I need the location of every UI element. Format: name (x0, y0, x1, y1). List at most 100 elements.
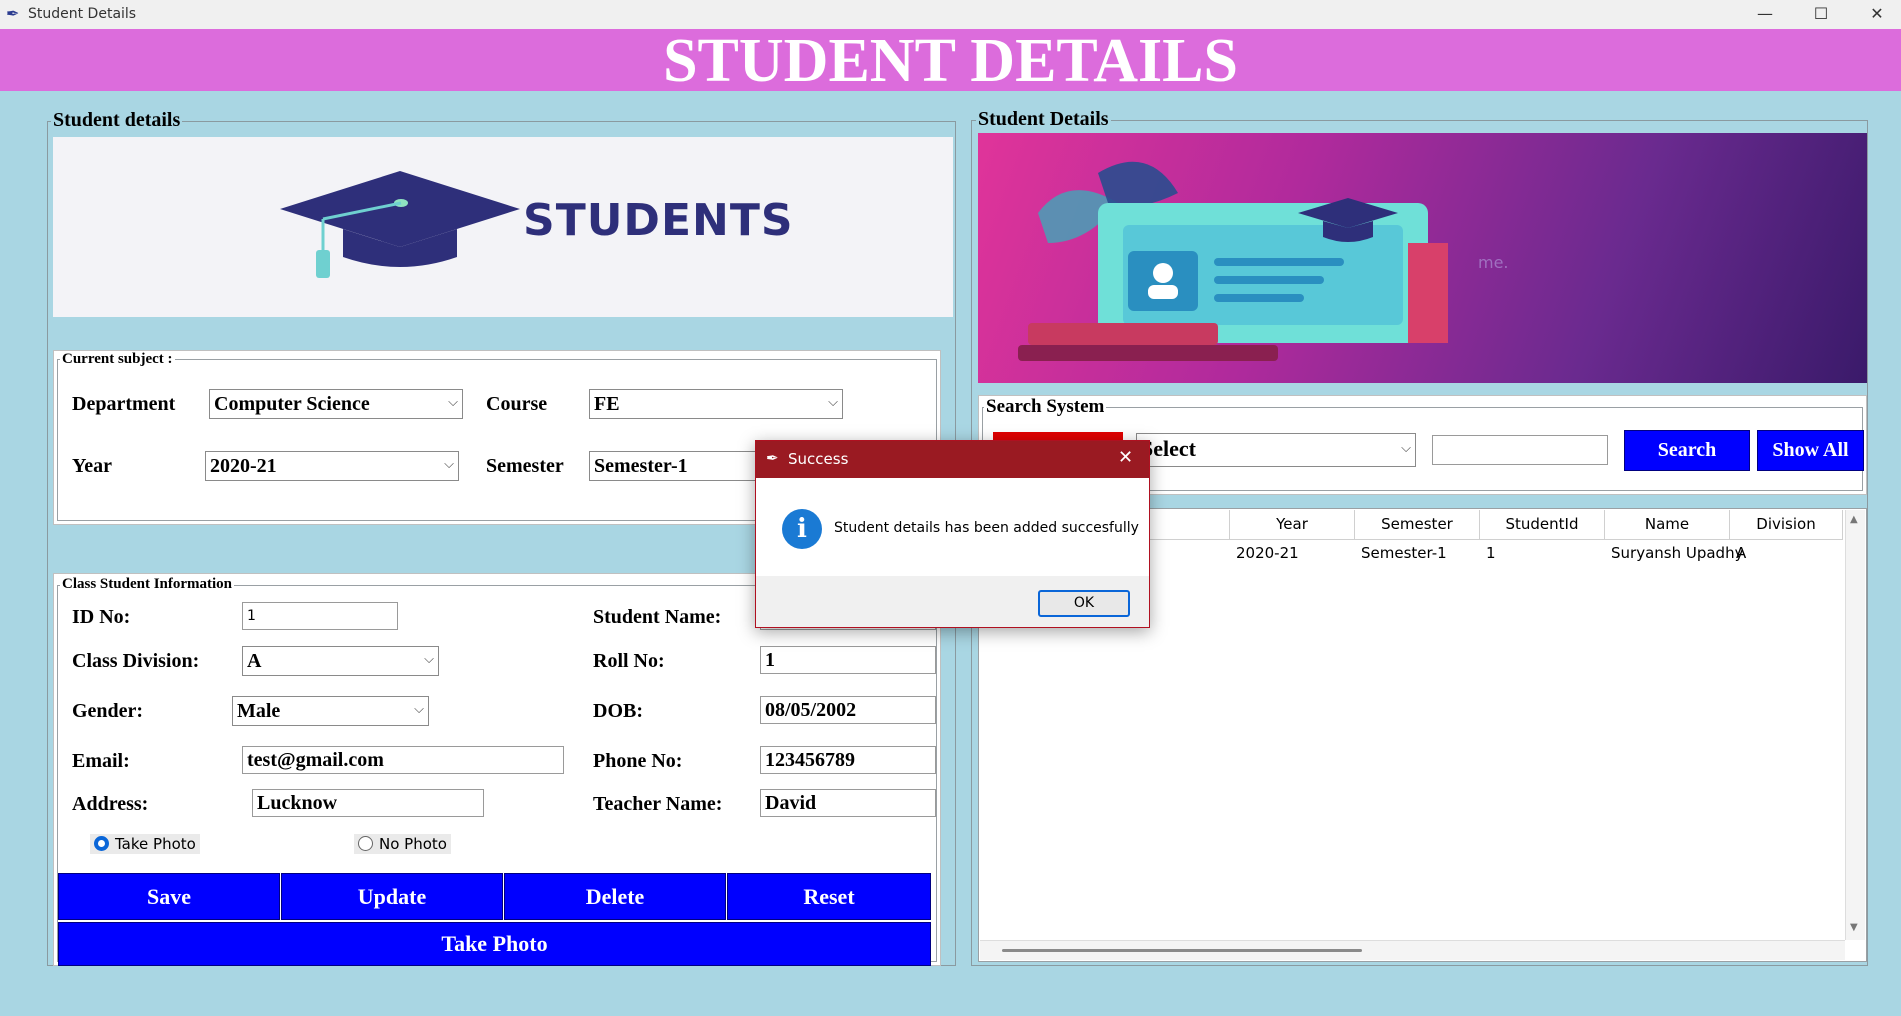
roll-no-value: 1 (765, 649, 775, 671)
maximize-button[interactable]: ☐ (1793, 0, 1849, 29)
current-subject-title: Current subject : (60, 351, 175, 368)
id-label: ID No: (72, 606, 131, 628)
cell-year: 2020-21 (1236, 544, 1299, 562)
student-details-frame-title: Student details (51, 109, 183, 132)
scroll-down-icon[interactable]: ▼ (1850, 922, 1858, 933)
take-photo-radio-label: Take Photo (115, 835, 196, 853)
semester-value: Semester-1 (594, 455, 688, 477)
update-button[interactable]: Update (281, 873, 503, 920)
no-photo-radio[interactable]: No Photo (354, 834, 451, 854)
address-input[interactable]: Lucknow (252, 789, 484, 817)
dob-input[interactable]: 08/05/2002 (760, 696, 936, 724)
semester-label: Semester (486, 455, 564, 477)
class-division-label: Class Division: (72, 650, 200, 672)
window-titlebar: ✒ Student Details — ☐ ✕ (0, 0, 1901, 29)
phone-input[interactable]: 123456789 (760, 746, 936, 774)
chevron-down-icon: ⌵ (414, 702, 424, 717)
address-label: Address: (72, 793, 149, 815)
search-by-select[interactable]: Select ⌵ (1136, 433, 1416, 467)
table-header-name[interactable]: Name (1605, 510, 1730, 540)
table-header-semester[interactable]: Semester (1355, 510, 1480, 540)
dob-label: DOB: (593, 700, 643, 722)
cell-division: A (1736, 544, 1747, 562)
email-value: test@gmail.com (247, 749, 384, 771)
chevron-down-icon: ⌵ (1401, 441, 1411, 456)
teacher-name-label: Teacher Name: (593, 793, 723, 815)
cell-semester: Semester-1 (1361, 544, 1447, 562)
window-close-button[interactable]: ✕ (1849, 0, 1901, 29)
id-value: 1 (247, 608, 256, 624)
minimize-button[interactable]: — (1737, 0, 1793, 29)
chevron-down-icon: ⌵ (448, 395, 458, 410)
horizontal-scrollbar[interactable] (980, 940, 1845, 960)
table-header-division[interactable]: Division (1730, 510, 1843, 540)
gender-value: Male (237, 700, 281, 722)
class-info-title: Class Student Information (60, 576, 235, 593)
graduation-cap-icon (280, 171, 520, 278)
class-division-value: A (247, 650, 262, 672)
search-system-title: Search System (984, 396, 1107, 418)
student-card-illustration: me. (1018, 161, 1509, 361)
dialog-title: Success (788, 450, 849, 468)
show-all-button[interactable]: Show All (1757, 430, 1864, 471)
delete-button[interactable]: Delete (504, 873, 726, 920)
department-label: Department (72, 393, 176, 415)
svg-text:me.: me. (1478, 253, 1509, 272)
horizontal-scroll-thumb[interactable] (1002, 949, 1362, 952)
year-value: 2020-21 (210, 455, 277, 477)
chevron-down-icon: ⌵ (444, 457, 454, 472)
table-header-studentid[interactable]: StudentId (1480, 510, 1605, 540)
vertical-scrollbar[interactable]: ▲ ▼ (1845, 510, 1865, 940)
email-input[interactable]: test@gmail.com (242, 746, 564, 774)
radio-unselected-icon (358, 836, 373, 851)
cell-studentid: 1 (1486, 544, 1496, 562)
department-select[interactable]: Computer Science ⌵ (209, 389, 463, 419)
year-select[interactable]: 2020-21 ⌵ (205, 451, 459, 481)
chevron-down-icon: ⌵ (424, 652, 434, 667)
phone-label: Phone No: (593, 750, 683, 772)
course-value: FE (594, 393, 620, 415)
feather-icon: ✒ (766, 449, 779, 467)
header-banner: STUDENT DETAILS (0, 29, 1901, 93)
gender-label: Gender: (72, 700, 144, 722)
chevron-down-icon: ⌵ (828, 395, 838, 410)
page-title: STUDENT DETAILS (663, 27, 1238, 95)
students-logo-image: STUDENTS (53, 137, 953, 317)
year-label: Year (72, 455, 112, 477)
teacher-name-value: David (765, 792, 817, 814)
roll-no-label: Roll No: (593, 650, 665, 672)
search-button[interactable]: Search (1624, 430, 1750, 471)
no-photo-radio-label: No Photo (379, 835, 447, 853)
reset-button[interactable]: Reset (727, 873, 931, 920)
radio-selected-icon (94, 836, 109, 851)
dob-value: 08/05/2002 (765, 699, 857, 721)
logo-text: STUDENTS (523, 195, 794, 246)
email-label: Email: (72, 750, 130, 772)
course-select[interactable]: FE ⌵ (589, 389, 843, 419)
search-input[interactable] (1432, 435, 1608, 465)
course-label: Course (486, 393, 548, 415)
scroll-up-icon[interactable]: ▲ (1850, 514, 1858, 525)
ok-button[interactable]: OK (1038, 590, 1130, 617)
department-value: Computer Science (214, 393, 370, 415)
roll-no-input[interactable]: 1 (760, 646, 936, 674)
save-button[interactable]: Save (58, 873, 280, 920)
dialog-message: Student details has been added succesful… (834, 520, 1139, 536)
window-title: Student Details (28, 6, 137, 22)
cell-name: Suryansh Upadhy (1611, 544, 1744, 562)
take-photo-button[interactable]: Take Photo (58, 922, 931, 966)
table-header-year[interactable]: Year (1230, 510, 1355, 540)
id-input[interactable]: 1 (242, 602, 398, 630)
student-card-image: me. (978, 133, 1867, 383)
info-icon: i (782, 509, 822, 549)
teacher-name-input[interactable]: David (760, 789, 936, 817)
class-division-select[interactable]: A ⌵ (242, 646, 439, 676)
phone-value: 123456789 (765, 749, 855, 771)
student-name-label: Student Name: (593, 606, 722, 628)
success-dialog: ✒ Success ✕ i Student details has been a… (755, 440, 1150, 628)
dialog-close-icon[interactable]: ✕ (1118, 447, 1133, 468)
take-photo-radio[interactable]: Take Photo (90, 834, 200, 854)
feather-icon: ✒ (6, 4, 20, 23)
gender-select[interactable]: Male ⌵ (232, 696, 429, 726)
address-value: Lucknow (257, 792, 338, 814)
